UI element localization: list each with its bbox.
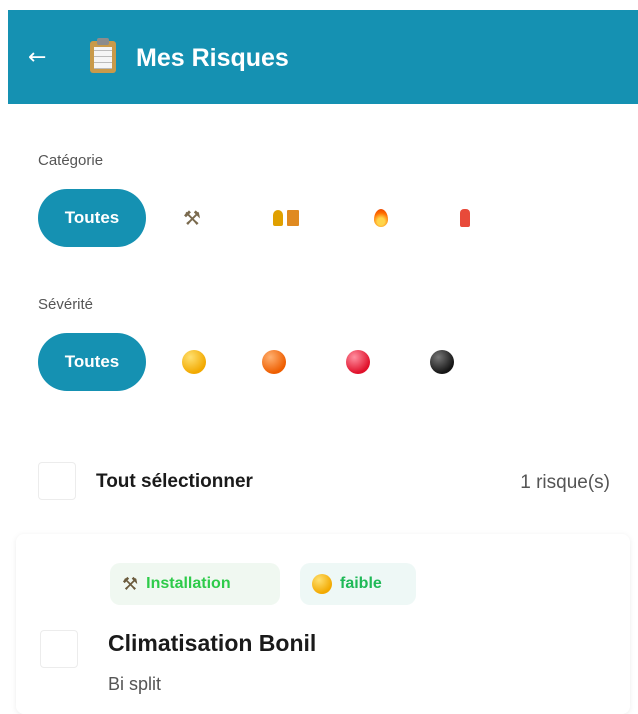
black-circle-icon bbox=[430, 350, 454, 374]
category-tag-label: Installation bbox=[146, 575, 231, 592]
hammer-wrench-icon: ⚒ bbox=[183, 206, 201, 230]
risk-card[interactable]: ⚒ Installation faible Climatisation Boni… bbox=[16, 534, 630, 714]
severity-tag: faible bbox=[300, 563, 416, 605]
yellow-circle-icon bbox=[182, 350, 206, 374]
back-button[interactable]: ← bbox=[28, 44, 62, 72]
risk-count: 1 risque(s) bbox=[520, 472, 610, 493]
severity-chip-high[interactable] bbox=[330, 333, 386, 391]
hammer-wrench-icon: ⚒ bbox=[122, 573, 139, 595]
category-chip-evacuation[interactable] bbox=[258, 189, 314, 247]
risk-subtitle: Bi split bbox=[108, 674, 162, 694]
severity-tag-label: faible bbox=[340, 575, 382, 592]
category-chip-installation[interactable]: ⚒ bbox=[164, 189, 220, 247]
red-circle-icon bbox=[346, 350, 370, 374]
severity-filter-label: Sévérité bbox=[38, 296, 94, 313]
select-all-label: Tout sélectionner bbox=[96, 471, 253, 492]
risk-checkbox[interactable] bbox=[40, 630, 78, 668]
category-chip-all[interactable]: Toutes bbox=[38, 189, 146, 247]
orange-circle-icon bbox=[262, 350, 286, 374]
page-title: Mes Risques bbox=[136, 44, 289, 72]
emergency-exit-icon bbox=[273, 210, 299, 226]
severity-chip-critical[interactable] bbox=[414, 333, 470, 391]
yellow-circle-icon bbox=[312, 574, 332, 594]
select-all-checkbox[interactable] bbox=[38, 462, 76, 500]
fire-icon bbox=[374, 209, 388, 227]
severity-chip-all[interactable]: Toutes bbox=[38, 333, 146, 391]
risk-title: Climatisation Bonil bbox=[108, 630, 317, 656]
app-header: ← Mes Risques bbox=[8, 10, 638, 104]
category-filter-label: Catégorie bbox=[38, 152, 104, 169]
category-tag: ⚒ Installation bbox=[110, 563, 280, 605]
clipboard-icon bbox=[90, 38, 116, 73]
severity-chip-medium[interactable] bbox=[246, 333, 302, 391]
category-chip-extinguisher[interactable] bbox=[437, 189, 493, 247]
category-chip-fire[interactable] bbox=[353, 189, 409, 247]
severity-chip-low[interactable] bbox=[166, 333, 222, 391]
fire-extinguisher-icon bbox=[460, 209, 470, 227]
